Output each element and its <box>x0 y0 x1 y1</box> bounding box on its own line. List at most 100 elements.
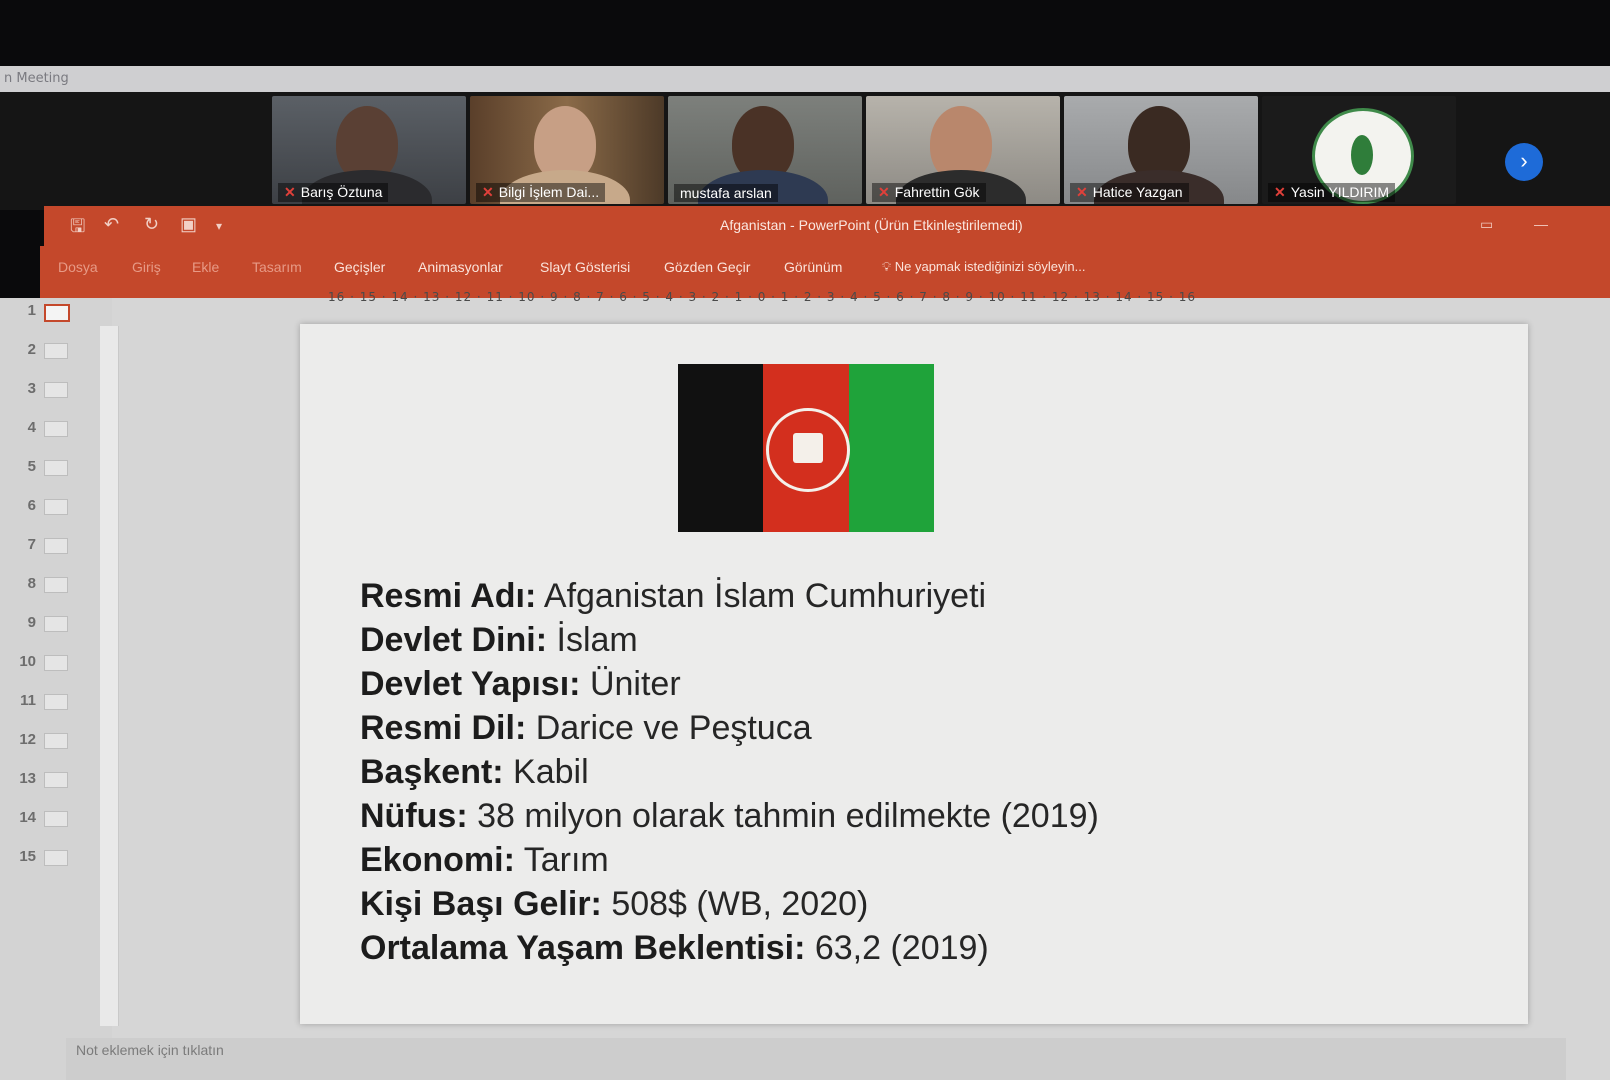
flag-stripe-black <box>678 364 764 532</box>
fact-value: Afganistan İslam Cumhuriyeti <box>536 577 987 615</box>
fact-line: Resmi Adı: Afganistan İslam Cumhuriyeti <box>360 574 1460 618</box>
slide-thumbnail[interactable]: 2 <box>0 339 110 363</box>
fact-list[interactable]: Resmi Adı: Afganistan İslam Cumhuriyeti D… <box>360 574 1460 970</box>
redo-icon[interactable]: ↻ <box>144 214 159 235</box>
next-page-button[interactable]: › <box>1505 143 1543 181</box>
muted-mic-icon: ✕ <box>878 184 890 200</box>
slide-thumbnail-preview <box>44 811 68 827</box>
tab-tasarim[interactable]: Tasarım <box>252 259 302 275</box>
flag-emblem-icon <box>766 408 850 492</box>
fact-value: Darice ve Peştuca <box>526 709 812 747</box>
slide-thumbnail[interactable]: 9 <box>0 612 110 636</box>
slide-thumbnail[interactable]: 12 <box>0 729 110 753</box>
slide-thumbnail[interactable]: 11 <box>0 690 110 714</box>
slide-thumbnail[interactable]: 15 <box>0 846 110 870</box>
fact-label: Kişi Başı Gelir: <box>360 885 602 923</box>
slide-number: 15 <box>19 848 36 865</box>
fact-label: Devlet Dini: <box>360 621 548 659</box>
slide-number: 10 <box>19 653 36 670</box>
slide-thumbnail[interactable]: 6 <box>0 495 110 519</box>
fact-value: İslam <box>547 621 638 659</box>
lightbulb-icon: 💡︎ <box>882 259 892 274</box>
fact-label: Ekonomi: <box>360 841 515 879</box>
minimize-icon[interactable]: — <box>1534 216 1548 232</box>
slide-thumbnail-preview <box>44 460 68 476</box>
fact-value: Kabil <box>503 753 589 791</box>
notes-pane[interactable]: Not eklemek için tıklatın <box>66 1038 1566 1080</box>
participant-tile[interactable]: mustafa arslan <box>668 96 862 204</box>
tab-gecisler[interactable]: Geçişler <box>334 259 385 275</box>
fact-value: Tarım <box>514 841 609 879</box>
participant-tile[interactable]: ✕ Yasin YILDIRIM <box>1262 96 1456 204</box>
slide-thumbnail-preview <box>44 850 68 866</box>
tab-slayt-gosterisi[interactable]: Slayt Gösterisi <box>540 259 630 275</box>
slide-number: 9 <box>27 614 36 631</box>
participant-name: Fahrettin Gök <box>894 184 980 200</box>
fact-line: Nüfus: 38 milyon olarak tahmin edilmekte… <box>360 794 1460 838</box>
slide-thumbnail[interactable]: 4 <box>0 417 110 441</box>
present-icon[interactable]: ▣ <box>180 214 197 235</box>
slide-thumbnail-preview <box>44 538 68 554</box>
participant-name: Barış Öztuna <box>300 184 383 200</box>
fact-value: Üniter <box>580 665 681 703</box>
chevron-right-icon: › <box>1520 148 1528 173</box>
slide-thumbnail-preview <box>44 421 68 437</box>
tab-dosya[interactable]: Dosya <box>58 259 98 275</box>
fact-value: 508$ (WB, 2020) <box>601 885 869 923</box>
slide-thumbnail-preview <box>44 616 68 632</box>
slide-number: 8 <box>27 575 36 592</box>
flag-stripe-green <box>848 364 934 532</box>
customize-chevron-icon[interactable]: ▾ <box>216 219 222 233</box>
fact-line: Kişi Başı Gelir: 508$ (WB, 2020) <box>360 882 1460 926</box>
slide-thumbnail[interactable]: 7 <box>0 534 110 558</box>
fact-line: Devlet Dini: İslam <box>360 618 1460 662</box>
slide-thumbnail[interactable]: 14 <box>0 807 110 831</box>
participant-tile[interactable]: ✕ Barış Öztuna <box>272 96 466 204</box>
slide-thumbnail[interactable]: 10 <box>0 651 110 675</box>
fact-value: 63,2 (2019) <box>805 929 989 967</box>
tab-gozden-gecir[interactable]: Gözden Geçir <box>664 259 750 275</box>
tab-ekle[interactable]: Ekle <box>192 259 219 275</box>
participant-tile[interactable]: ✕ Bilgi İşlem Dai... <box>470 96 664 204</box>
slide-thumbnail[interactable]: 5 <box>0 456 110 480</box>
slide-thumbnail[interactable]: 3 <box>0 378 110 402</box>
zoom-title-bar: n Meeting <box>0 66 1610 92</box>
slide-thumbnail[interactable]: 8 <box>0 573 110 597</box>
slide-thumbnail-preview <box>44 499 68 515</box>
tab-giris[interactable]: Giriş <box>132 259 161 275</box>
fact-line: Resmi Dil: Darice ve Peştuca <box>360 706 1460 750</box>
slide-number: 6 <box>27 497 36 514</box>
participant-name: Bilgi İşlem Dai... <box>498 184 600 200</box>
fact-line: Ekonomi: Tarım <box>360 838 1460 882</box>
save-icon[interactable]: 🖫 <box>70 214 85 244</box>
muted-mic-icon: ✕ <box>1274 184 1286 200</box>
fact-label: Başkent: <box>360 753 504 791</box>
slide-thumbnail-preview <box>44 772 68 788</box>
participant-tile[interactable]: ✕ Hatice Yazgan <box>1064 96 1258 204</box>
fact-value: 38 milyon olarak tahmin edilmekte (2019) <box>467 797 1099 835</box>
slide-thumbnail-preview <box>44 733 68 749</box>
slide-thumbnail-preview <box>44 577 68 593</box>
slide-number: 11 <box>20 692 36 709</box>
slide-canvas[interactable]: Resmi Adı: Afganistan İslam Cumhuriyeti D… <box>300 324 1528 1024</box>
tell-me-box[interactable]: 💡︎ Ne yapmak istediğinizi söyleyin... <box>882 259 1085 275</box>
participant-video-strip: ✕ Barış Öztuna ✕ Bilgi İşlem Dai... mustaf… <box>0 92 1610 210</box>
vertical-ruler <box>100 326 119 1026</box>
ribbon-display-icon[interactable]: ▭ <box>1480 216 1493 233</box>
slide-thumbnail-pane: 1 2 3 4 5 6 7 8 9 10 11 12 13 14 15 <box>0 298 112 1080</box>
participant-tile[interactable]: ✕ Fahrettin Gök <box>866 96 1060 204</box>
slide-thumbnail[interactable]: 1 <box>0 300 110 324</box>
tab-animasyonlar[interactable]: Animasyonlar <box>418 259 503 275</box>
muted-mic-icon: ✕ <box>482 184 494 200</box>
slide-thumbnail-preview <box>44 694 68 710</box>
window-title: Afganistan - PowerPoint (Ürün Etkinleşti… <box>720 217 1023 233</box>
slide-number: 4 <box>27 419 36 436</box>
slide-thumbnail-preview <box>44 382 68 398</box>
undo-icon[interactable]: ↶ <box>104 214 119 235</box>
participant-name: Hatice Yazgan <box>1092 184 1183 200</box>
slide-number: 5 <box>27 458 36 475</box>
slide-number: 1 <box>27 302 36 319</box>
slide-number: 3 <box>27 380 36 397</box>
slide-thumbnail[interactable]: 13 <box>0 768 110 792</box>
tab-gorunum[interactable]: Görünüm <box>784 259 842 275</box>
